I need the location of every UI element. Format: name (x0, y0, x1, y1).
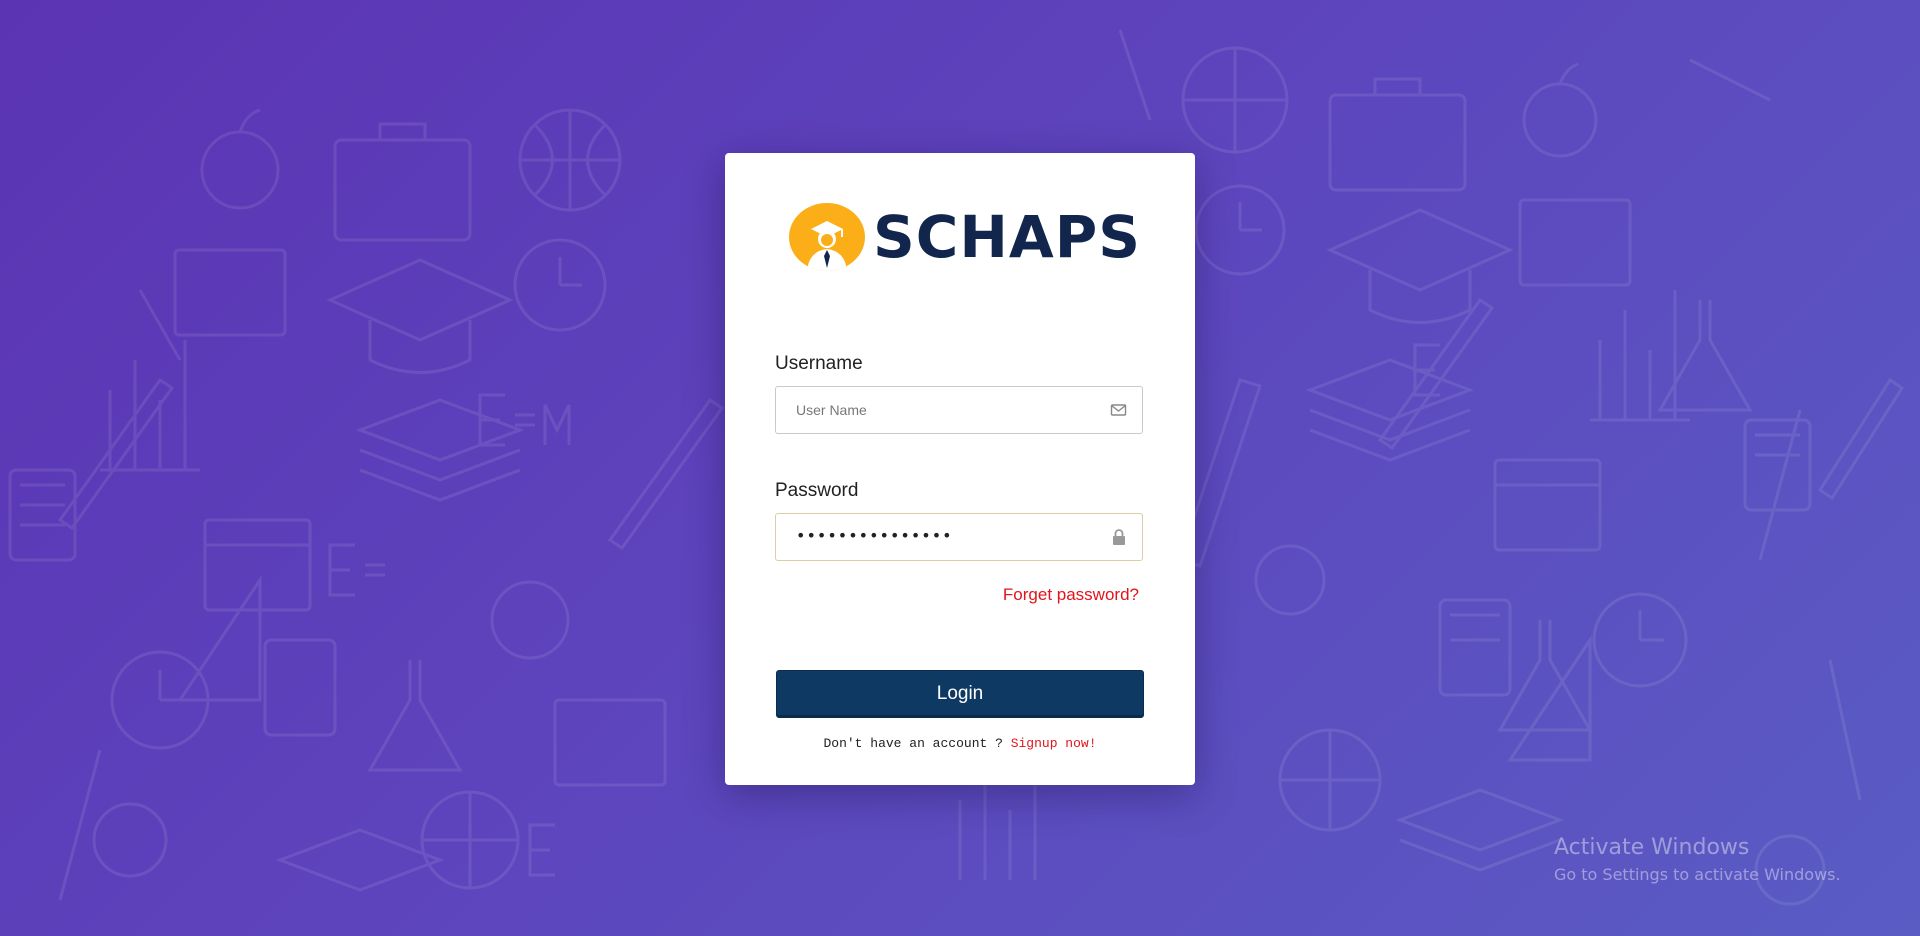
username-field[interactable] (775, 386, 1143, 434)
lock-icon (1110, 529, 1128, 545)
envelope-icon (1110, 402, 1128, 418)
signup-prompt-text: Don't have an account ? (823, 736, 1011, 751)
signup-link[interactable]: Signup now! (1011, 736, 1097, 751)
username-label: Username (775, 353, 863, 374)
password-label: Password (775, 480, 859, 501)
windows-activation-watermark: Activate Windows Go to Settings to activ… (1554, 833, 1841, 887)
password-input[interactable]: ••••••••••••••• (796, 526, 953, 545)
signup-prompt: Don't have an account ? Signup now! (725, 736, 1195, 751)
brand-name: SCHAPS (873, 203, 1142, 271)
forgot-password-link[interactable]: Forget password? (1003, 585, 1139, 605)
password-field[interactable]: ••••••••••••••• (775, 513, 1143, 561)
watermark-title: Activate Windows (1554, 835, 1750, 860)
watermark-subtitle: Go to Settings to activate Windows. (1554, 865, 1841, 884)
login-card: SCHAPS Username Password •••••••••••••••… (725, 153, 1195, 785)
username-input[interactable] (776, 387, 1116, 433)
graduate-logo-icon (789, 203, 865, 271)
login-button[interactable]: Login (776, 670, 1144, 718)
schaps-logo: SCHAPS (789, 203, 1141, 271)
